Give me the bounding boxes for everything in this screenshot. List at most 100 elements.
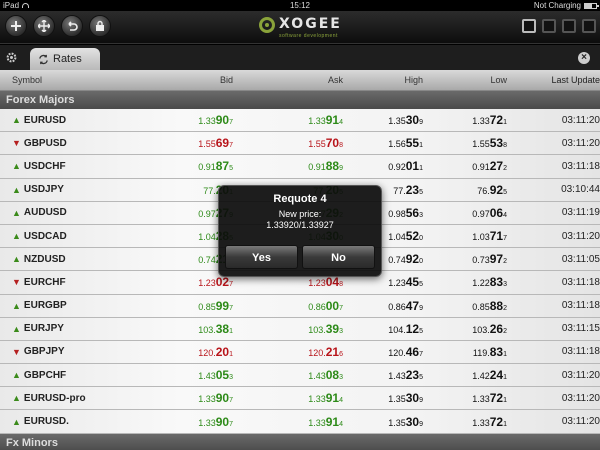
high-price-lead: 1.35 bbox=[388, 116, 406, 127]
high-price-big: 55 bbox=[405, 136, 420, 151]
low-price[interactable]: 1.33721 bbox=[423, 415, 507, 429]
low-price[interactable]: 119.831 bbox=[423, 345, 507, 359]
lock-button[interactable] bbox=[89, 15, 111, 37]
low-price[interactable]: 0.91272 bbox=[423, 159, 507, 173]
layout-split-button[interactable] bbox=[542, 19, 556, 33]
yes-button[interactable]: Yes bbox=[225, 245, 298, 269]
bid-price-lead: 120. bbox=[198, 347, 216, 358]
bid-price-big: 02 bbox=[215, 275, 230, 290]
ask-price[interactable]: 1.55708 bbox=[233, 136, 343, 150]
col-symbol[interactable]: Symbol bbox=[0, 70, 130, 90]
last-update: 03:11:18 bbox=[561, 276, 600, 288]
low-price[interactable]: 76.925 bbox=[423, 183, 507, 197]
bid-price[interactable]: 1.43053 bbox=[130, 368, 233, 382]
symbol-cell: ▼ GBPUSD bbox=[0, 138, 130, 149]
move-button[interactable] bbox=[33, 15, 55, 37]
high-price-big: 30 bbox=[405, 391, 420, 406]
high-price[interactable]: 1.56551 bbox=[343, 136, 423, 150]
high-price-lead: 0.86 bbox=[388, 301, 406, 312]
bid-price[interactable]: 1.33907 bbox=[130, 391, 233, 405]
bid-price[interactable]: 1.33907 bbox=[130, 113, 233, 127]
low-price-big: 72 bbox=[489, 113, 504, 128]
high-price[interactable]: 1.23455 bbox=[343, 275, 423, 289]
xogee-logo: XOGEE software development bbox=[259, 13, 349, 43]
ask-price[interactable]: 0.86007 bbox=[233, 299, 343, 313]
high-price[interactable]: 120.467 bbox=[343, 345, 423, 359]
table-row[interactable]: ▲ USDCHF 0.91875 0.91889 0.92011 0.91272 03:11… bbox=[0, 155, 600, 179]
col-low[interactable]: Low bbox=[423, 70, 507, 90]
ask-price-big: 91 bbox=[325, 391, 340, 406]
high-price-big: 01 bbox=[405, 159, 420, 174]
bid-price[interactable]: 1.55697 bbox=[130, 136, 233, 150]
col-ask[interactable]: Ask bbox=[233, 70, 343, 90]
high-price-big: 30 bbox=[405, 414, 420, 429]
bid-price[interactable]: 120.201 bbox=[130, 345, 233, 359]
table-row[interactable]: ▲ GBPCHF 1.43053 1.43083 1.43235 1.42241 03:11… bbox=[0, 364, 600, 388]
table-row[interactable]: ▲ EURJPY 103.381 103.393 104.125 103.262 03:11… bbox=[0, 317, 600, 341]
low-price[interactable]: 103.262 bbox=[423, 322, 507, 336]
ask-price[interactable]: 1.33914 bbox=[233, 113, 343, 127]
low-price-lead: 103. bbox=[472, 324, 490, 335]
ask-price[interactable]: 0.91889 bbox=[233, 159, 343, 173]
low-price-big: 26 bbox=[489, 321, 504, 336]
bid-price[interactable]: 1.23027 bbox=[130, 275, 233, 289]
table-row[interactable]: ▲ EURGBP 0.85997 0.86007 0.86479 0.85882 03:11… bbox=[0, 294, 600, 318]
ask-price[interactable]: 1.33914 bbox=[233, 391, 343, 405]
high-price[interactable]: 1.35309 bbox=[343, 113, 423, 127]
ask-price[interactable]: 1.23048 bbox=[233, 275, 343, 289]
ask-price[interactable]: 1.43083 bbox=[233, 368, 343, 382]
layout-grid-button[interactable] bbox=[582, 19, 596, 33]
high-price[interactable]: 1.35309 bbox=[343, 391, 423, 405]
high-price[interactable]: 104.125 bbox=[343, 322, 423, 336]
tab-rates[interactable]: Rates bbox=[30, 48, 100, 70]
high-price[interactable]: 0.92011 bbox=[343, 159, 423, 173]
bid-price[interactable]: 1.33907 bbox=[130, 415, 233, 429]
no-button[interactable]: No bbox=[302, 245, 375, 269]
high-price[interactable]: 0.86479 bbox=[343, 299, 423, 313]
section-header[interactable]: Forex Majors bbox=[0, 91, 600, 109]
high-price-big: 12 bbox=[405, 321, 420, 336]
col-high[interactable]: High bbox=[343, 70, 423, 90]
table-row[interactable]: ▼ GBPJPY 120.201 120.216 120.467 119.831 03:11… bbox=[0, 340, 600, 365]
low-price[interactable]: 0.85882 bbox=[423, 299, 507, 313]
table-row[interactable]: ▼ GBPUSD 1.55697 1.55708 1.56551 1.55538 03:11… bbox=[0, 132, 600, 156]
bid-price-big: 38 bbox=[215, 321, 230, 336]
low-price[interactable]: 1.33721 bbox=[423, 391, 507, 405]
low-price-big: 27 bbox=[489, 159, 504, 174]
app-toolbar: XOGEE software development bbox=[0, 11, 600, 44]
close-icon[interactable]: × bbox=[578, 52, 590, 64]
high-price[interactable]: 1.35309 bbox=[343, 415, 423, 429]
low-price[interactable]: 1.03717 bbox=[423, 229, 507, 243]
last-update: 03:11:20 bbox=[561, 369, 600, 381]
layout-single-button[interactable] bbox=[522, 19, 536, 33]
layout-quad-button[interactable] bbox=[562, 19, 576, 33]
ask-price[interactable]: 103.393 bbox=[233, 322, 343, 336]
col-last-update[interactable]: Last Update bbox=[507, 70, 600, 90]
low-price[interactable]: 1.22833 bbox=[423, 275, 507, 289]
bid-price[interactable]: 0.85997 bbox=[130, 299, 233, 313]
bid-price[interactable]: 103.381 bbox=[130, 322, 233, 336]
gear-icon[interactable] bbox=[5, 51, 18, 64]
table-row[interactable]: ▲ EURUSD 1.33907 1.33914 1.35309 1.33721 03:11… bbox=[0, 109, 600, 133]
bid-price[interactable]: 0.91875 bbox=[130, 159, 233, 173]
table-row[interactable]: ▲ EURUSD. 1.33907 1.33914 1.35309 1.33721 03:1… bbox=[0, 410, 600, 434]
low-price[interactable]: 0.73972 bbox=[423, 252, 507, 266]
low-price[interactable]: 1.33721 bbox=[423, 113, 507, 127]
low-price[interactable]: 0.97064 bbox=[423, 206, 507, 220]
high-price[interactable]: 1.43235 bbox=[343, 368, 423, 382]
ask-price-lead: 1.55 bbox=[308, 139, 326, 150]
undo-button[interactable] bbox=[61, 15, 83, 37]
high-price-big: 47 bbox=[405, 298, 420, 313]
low-price[interactable]: 1.55538 bbox=[423, 136, 507, 150]
section-header[interactable]: Fx Minors bbox=[0, 433, 600, 450]
add-button[interactable] bbox=[5, 15, 27, 37]
last-update: 03:11:20 bbox=[561, 137, 600, 149]
col-bid[interactable]: Bid bbox=[130, 70, 233, 90]
bid-price-lead: 1.43 bbox=[198, 371, 216, 382]
ask-price[interactable]: 120.216 bbox=[233, 345, 343, 359]
high-price-lead: 1.35 bbox=[388, 417, 406, 428]
symbol-text: USDCAD bbox=[23, 230, 67, 242]
ask-price[interactable]: 1.33914 bbox=[233, 415, 343, 429]
low-price[interactable]: 1.42241 bbox=[423, 368, 507, 382]
table-row[interactable]: ▲ EURUSD-pro 1.33907 1.33914 1.35309 1.33721 0… bbox=[0, 387, 600, 411]
